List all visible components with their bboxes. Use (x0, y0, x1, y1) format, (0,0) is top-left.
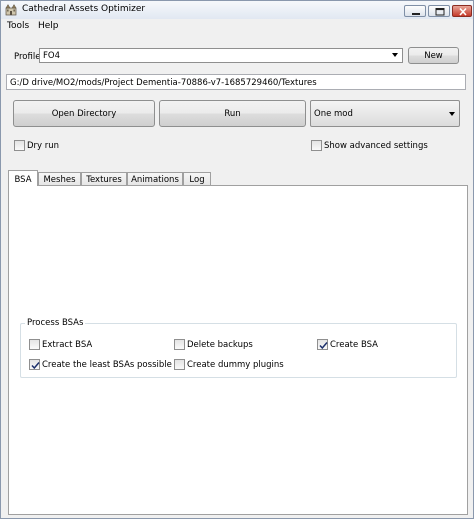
minimize-button[interactable] (404, 5, 426, 17)
tab-meshes[interactable]: Meshes (38, 172, 81, 185)
show-advanced-label: Show advanced settings (324, 141, 428, 151)
delete-backups-checkbox[interactable] (174, 339, 185, 350)
open-directory-button[interactable]: Open Directory (13, 100, 155, 127)
app-window: Cathedral Assets Optimizer Tools Help Pr… (0, 0, 474, 519)
menu-bar: Tools Help (1, 19, 473, 33)
tab-meshes-label: Meshes (43, 175, 76, 185)
title-bar[interactable]: Cathedral Assets Optimizer (1, 1, 473, 20)
show-advanced-checkbox[interactable] (311, 140, 322, 151)
close-icon (459, 7, 467, 16)
mode-value: One mod (314, 109, 353, 119)
menu-tools[interactable]: Tools (7, 21, 29, 31)
maximize-icon (435, 8, 445, 16)
tab-animations[interactable]: Animations (127, 172, 183, 185)
mode-select[interactable]: One mod (310, 100, 460, 127)
path-value: G:/D drive/MO2/mods/Project Dementia-708… (10, 78, 317, 88)
tab-textures[interactable]: Textures (81, 172, 127, 185)
tab-bsa-label: BSA (14, 175, 32, 185)
process-bsas-title: Process BSAs (25, 318, 86, 328)
profile-select[interactable]: FO4 (39, 48, 403, 63)
tab-textures-label: Textures (86, 175, 122, 185)
new-profile-label: New (424, 51, 443, 61)
delete-backups-label: Delete backups (187, 340, 253, 350)
profile-label: Profile (14, 52, 41, 62)
menu-help[interactable]: Help (38, 21, 59, 31)
run-label: Run (224, 109, 241, 119)
maximize-button[interactable] (428, 5, 450, 17)
profile-value: FO4 (43, 51, 60, 61)
create-bsa-checkbox[interactable] (317, 339, 328, 350)
dry-run-checkbox[interactable] (14, 140, 25, 151)
create-least-bsas-checkbox[interactable] (29, 359, 40, 370)
cathedral-app-icon (5, 4, 17, 16)
close-button[interactable] (452, 5, 472, 17)
extract-bsa-checkbox[interactable] (29, 339, 40, 350)
process-bsas-group: Process BSAs Extract BSA Delete backups … (20, 318, 457, 378)
tab-log-label: Log (189, 175, 205, 185)
create-least-bsas-label: Create the least BSAs possible (42, 360, 172, 370)
tab-bsa[interactable]: BSA (8, 170, 38, 186)
new-profile-button[interactable]: New (408, 47, 459, 64)
dry-run-label: Dry run (27, 141, 60, 151)
chevron-down-icon (392, 53, 398, 57)
bsa-tab-panel: Process BSAs Extract BSA Delete backups … (8, 185, 468, 515)
checkmark-icon (319, 342, 328, 350)
tab-log[interactable]: Log (183, 172, 211, 185)
checkmark-icon (31, 362, 40, 370)
path-field[interactable]: G:/D drive/MO2/mods/Project Dementia-708… (6, 74, 466, 90)
minimize-icon (412, 13, 420, 15)
create-bsa-label: Create BSA (330, 340, 378, 350)
run-button[interactable]: Run (159, 100, 306, 127)
extract-bsa-label: Extract BSA (42, 340, 93, 350)
chevron-down-icon (449, 112, 455, 116)
window-title: Cathedral Assets Optimizer (22, 4, 146, 14)
tab-animations-label: Animations (131, 175, 179, 185)
create-dummy-plugins-label: Create dummy plugins (187, 360, 284, 370)
create-dummy-plugins-checkbox[interactable] (174, 359, 185, 370)
open-directory-label: Open Directory (51, 109, 117, 119)
